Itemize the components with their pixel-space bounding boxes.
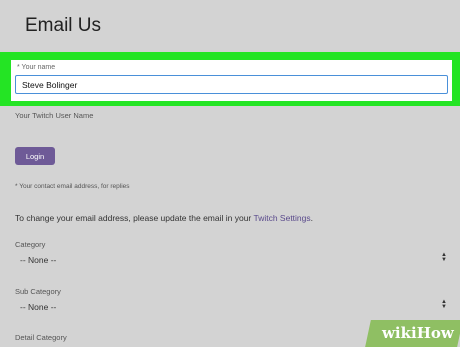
category-value: -- None --: [20, 255, 57, 265]
subcategory-label: Sub Category: [15, 287, 61, 296]
login-button[interactable]: Login: [15, 147, 55, 165]
contact-email-note: * Your contact email address, for replie…: [15, 183, 130, 190]
subcategory-value: -- None --: [20, 302, 57, 312]
detail-category-label: Detail Category: [15, 333, 67, 342]
watermark-text: wikiHow: [382, 324, 454, 342]
page-title: Email Us: [25, 15, 102, 36]
select-arrows-icon: ▲ ▼: [441, 299, 447, 310]
change-email-note: To change your email address, please upd…: [15, 213, 313, 223]
category-select[interactable]: -- None -- ▲ ▼: [15, 252, 447, 268]
subcategory-select[interactable]: -- None -- ▲ ▼: [15, 299, 447, 315]
name-input[interactable]: [15, 75, 448, 94]
wikihow-watermark: wikiHow: [360, 320, 460, 347]
twitch-settings-link[interactable]: Twitch Settings: [253, 213, 310, 223]
change-email-text: To change your email address, please upd…: [15, 213, 254, 223]
twitch-username-label: Your Twitch User Name: [15, 111, 94, 120]
select-arrows-icon: ▲ ▼: [441, 252, 447, 263]
change-email-suffix: .: [310, 213, 314, 223]
category-label: Category: [15, 240, 46, 249]
name-label: * Your name: [17, 64, 56, 71]
